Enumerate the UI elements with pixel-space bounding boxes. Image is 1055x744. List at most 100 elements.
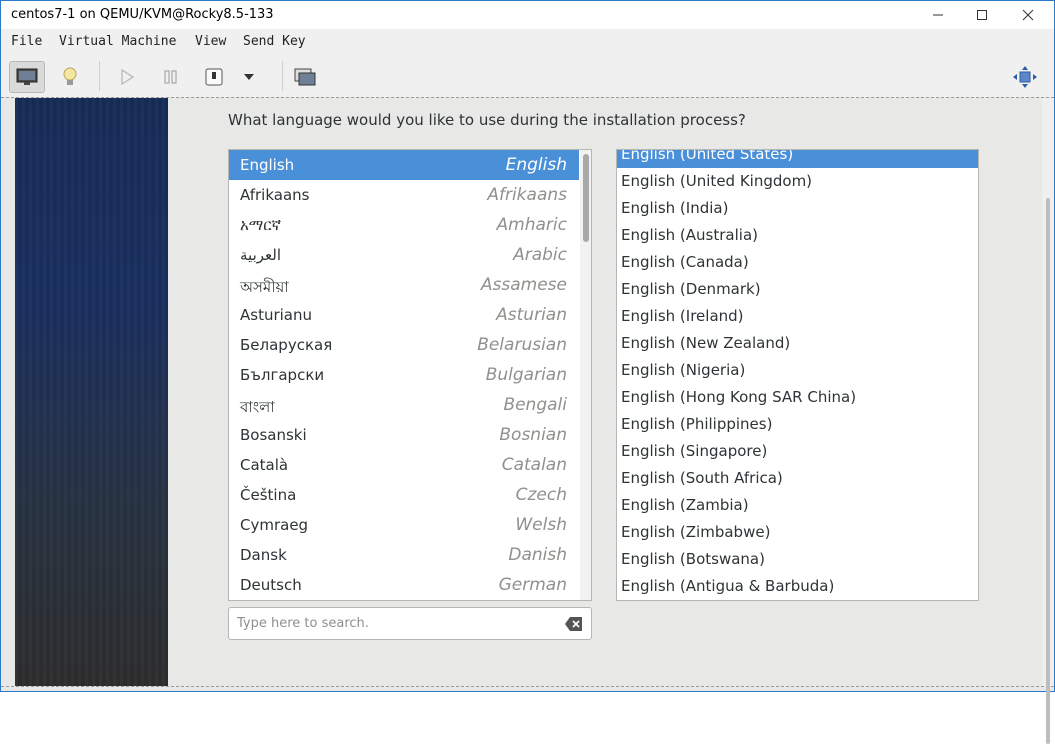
maximize-icon bbox=[977, 10, 987, 20]
locale-label: English (Australia) bbox=[621, 226, 758, 244]
pause-button[interactable] bbox=[153, 61, 189, 93]
menu-virtual-machine[interactable]: Virtual Machine bbox=[59, 34, 176, 49]
locale-item[interactable]: English (Zambia) bbox=[617, 492, 978, 519]
toolbar-separator bbox=[99, 61, 100, 91]
locale-label: English (United States) bbox=[621, 149, 794, 163]
language-item[interactable]: Asturianu Asturian bbox=[229, 300, 579, 330]
close-button[interactable] bbox=[1005, 1, 1051, 29]
locale-item[interactable]: English (United States) bbox=[617, 149, 978, 168]
resize-arrows-icon bbox=[1013, 66, 1037, 88]
language-item[interactable]: العربية Arabic bbox=[229, 240, 579, 270]
language-item[interactable]: বাংলা Bengali bbox=[229, 390, 579, 420]
window-scrollbar[interactable] bbox=[1042, 98, 1054, 744]
language-native-name: Asturianu bbox=[240, 306, 313, 324]
vm-window: centos7-1 on QEMU/KVM@Rocky8.5-133 File … bbox=[0, 0, 1055, 744]
locale-item[interactable]: English (Ireland) bbox=[617, 303, 978, 330]
language-item[interactable]: አማርኛ Amharic bbox=[229, 210, 579, 240]
language-list-scrollbar[interactable] bbox=[580, 150, 591, 600]
language-english-name: Bengali bbox=[503, 395, 567, 415]
language-item[interactable]: English English bbox=[229, 150, 579, 180]
language-english-name: Bosnian bbox=[499, 425, 567, 445]
minimize-button[interactable] bbox=[915, 1, 961, 29]
locale-label: English (New Zealand) bbox=[621, 334, 791, 352]
language-english-name: Czech bbox=[515, 485, 567, 505]
language-native-name: অসমীয়া bbox=[240, 278, 289, 296]
guest-left-margin bbox=[1, 98, 15, 686]
language-item[interactable]: Afrikaans Afrikaans bbox=[229, 180, 579, 210]
play-icon bbox=[121, 69, 134, 85]
language-native-name: বাংলা bbox=[240, 398, 275, 416]
locale-label: English (Denmark) bbox=[621, 280, 761, 298]
window-title: centos7-1 on QEMU/KVM@Rocky8.5-133 bbox=[11, 7, 274, 22]
run-button[interactable] bbox=[109, 61, 145, 93]
search-placeholder: Type here to search. bbox=[237, 616, 369, 631]
locale-item[interactable]: English (Botswana) bbox=[617, 546, 978, 573]
language-native-name: Dansk bbox=[240, 546, 287, 564]
display-border bbox=[1, 97, 1054, 98]
close-icon bbox=[1022, 9, 1034, 21]
menu-view[interactable]: View bbox=[195, 34, 226, 49]
display-border bbox=[1, 686, 1054, 687]
details-button[interactable] bbox=[52, 61, 88, 93]
locale-item[interactable]: English (Canada) bbox=[617, 249, 978, 276]
language-item[interactable]: Català Catalan bbox=[229, 450, 579, 480]
shutdown-button[interactable] bbox=[196, 61, 232, 93]
locale-item[interactable]: English (Hong Kong SAR China) bbox=[617, 384, 978, 411]
locale-item[interactable]: English (Antigua & Barbuda) bbox=[617, 573, 978, 600]
language-item[interactable]: Български Bulgarian bbox=[229, 360, 579, 390]
language-item[interactable]: Čeština Czech bbox=[229, 480, 579, 510]
language-item[interactable]: Беларуская Belarusian bbox=[229, 330, 579, 360]
menu-send-key[interactable]: Send Key bbox=[243, 34, 306, 49]
language-english-name: Assamese bbox=[480, 275, 567, 295]
locale-label: English (Philippines) bbox=[621, 415, 773, 433]
toolbar-separator bbox=[282, 61, 283, 91]
snapshots-button[interactable] bbox=[287, 61, 323, 93]
locale-item[interactable]: English (Denmark) bbox=[617, 276, 978, 303]
language-english-name: Belarusian bbox=[477, 335, 567, 355]
language-native-name: العربية bbox=[240, 246, 281, 264]
locale-label: English (United Kingdom) bbox=[621, 172, 813, 190]
language-native-name: Bosanski bbox=[240, 426, 307, 444]
language-native-name: Cymraeg bbox=[240, 516, 309, 534]
console-button[interactable] bbox=[9, 61, 45, 93]
locale-list[interactable]: English (United States) English (United K… bbox=[616, 149, 979, 601]
locale-item[interactable]: English (Singapore) bbox=[617, 438, 978, 465]
language-native-name: Български bbox=[240, 366, 325, 384]
maximize-button[interactable] bbox=[959, 1, 1005, 29]
menu-file[interactable]: File bbox=[11, 34, 42, 49]
language-native-name: Afrikaans bbox=[240, 186, 310, 204]
clear-search-icon[interactable] bbox=[565, 616, 583, 632]
language-item[interactable]: অসমীয়া Assamese bbox=[229, 270, 579, 300]
language-english-name: Amharic bbox=[496, 215, 567, 235]
scrollbar-thumb[interactable] bbox=[1046, 198, 1050, 744]
title-bar[interactable]: centos7-1 on QEMU/KVM@Rocky8.5-133 bbox=[1, 1, 1054, 29]
locale-item[interactable]: English (Zimbabwe) bbox=[617, 519, 978, 546]
language-english-name: Welsh bbox=[515, 515, 567, 535]
shutdown-menu-button[interactable] bbox=[234, 61, 264, 93]
locale-label: English (Zambia) bbox=[621, 496, 749, 514]
language-item[interactable]: Bosanski Bosnian bbox=[229, 420, 579, 450]
locale-item[interactable]: English (Nigeria) bbox=[617, 357, 978, 384]
language-item[interactable]: Deutsch German bbox=[229, 570, 579, 600]
language-native-name: Català bbox=[240, 456, 289, 474]
locale-item[interactable]: English (New Zealand) bbox=[617, 330, 978, 357]
scrollbar-thumb[interactable] bbox=[583, 154, 589, 242]
pause-icon bbox=[164, 70, 177, 84]
locale-item[interactable]: English (South Africa) bbox=[617, 465, 978, 492]
locale-item[interactable]: English (Philippines) bbox=[617, 411, 978, 438]
locale-item[interactable]: English (United Kingdom) bbox=[617, 168, 978, 195]
language-item[interactable]: Dansk Danish bbox=[229, 540, 579, 570]
fullscreen-button[interactable] bbox=[1007, 61, 1043, 93]
language-list[interactable]: English English Afrikaans Afrikaans አማርኛ Amha… bbox=[228, 149, 592, 601]
locale-label: English (Botswana) bbox=[621, 550, 765, 568]
locale-label: English (Zimbabwe) bbox=[621, 523, 771, 541]
language-search-input[interactable]: Type here to search. bbox=[228, 607, 592, 640]
locale-label: English (India) bbox=[621, 199, 729, 217]
language-english-name: Afrikaans bbox=[487, 185, 567, 205]
language-native-name: Беларуская bbox=[240, 336, 333, 354]
chevron-down-icon bbox=[244, 74, 254, 80]
locale-item[interactable]: English (India) bbox=[617, 195, 978, 222]
locale-label: English (Singapore) bbox=[621, 442, 768, 460]
locale-item[interactable]: English (Australia) bbox=[617, 222, 978, 249]
language-item[interactable]: Cymraeg Welsh bbox=[229, 510, 579, 540]
